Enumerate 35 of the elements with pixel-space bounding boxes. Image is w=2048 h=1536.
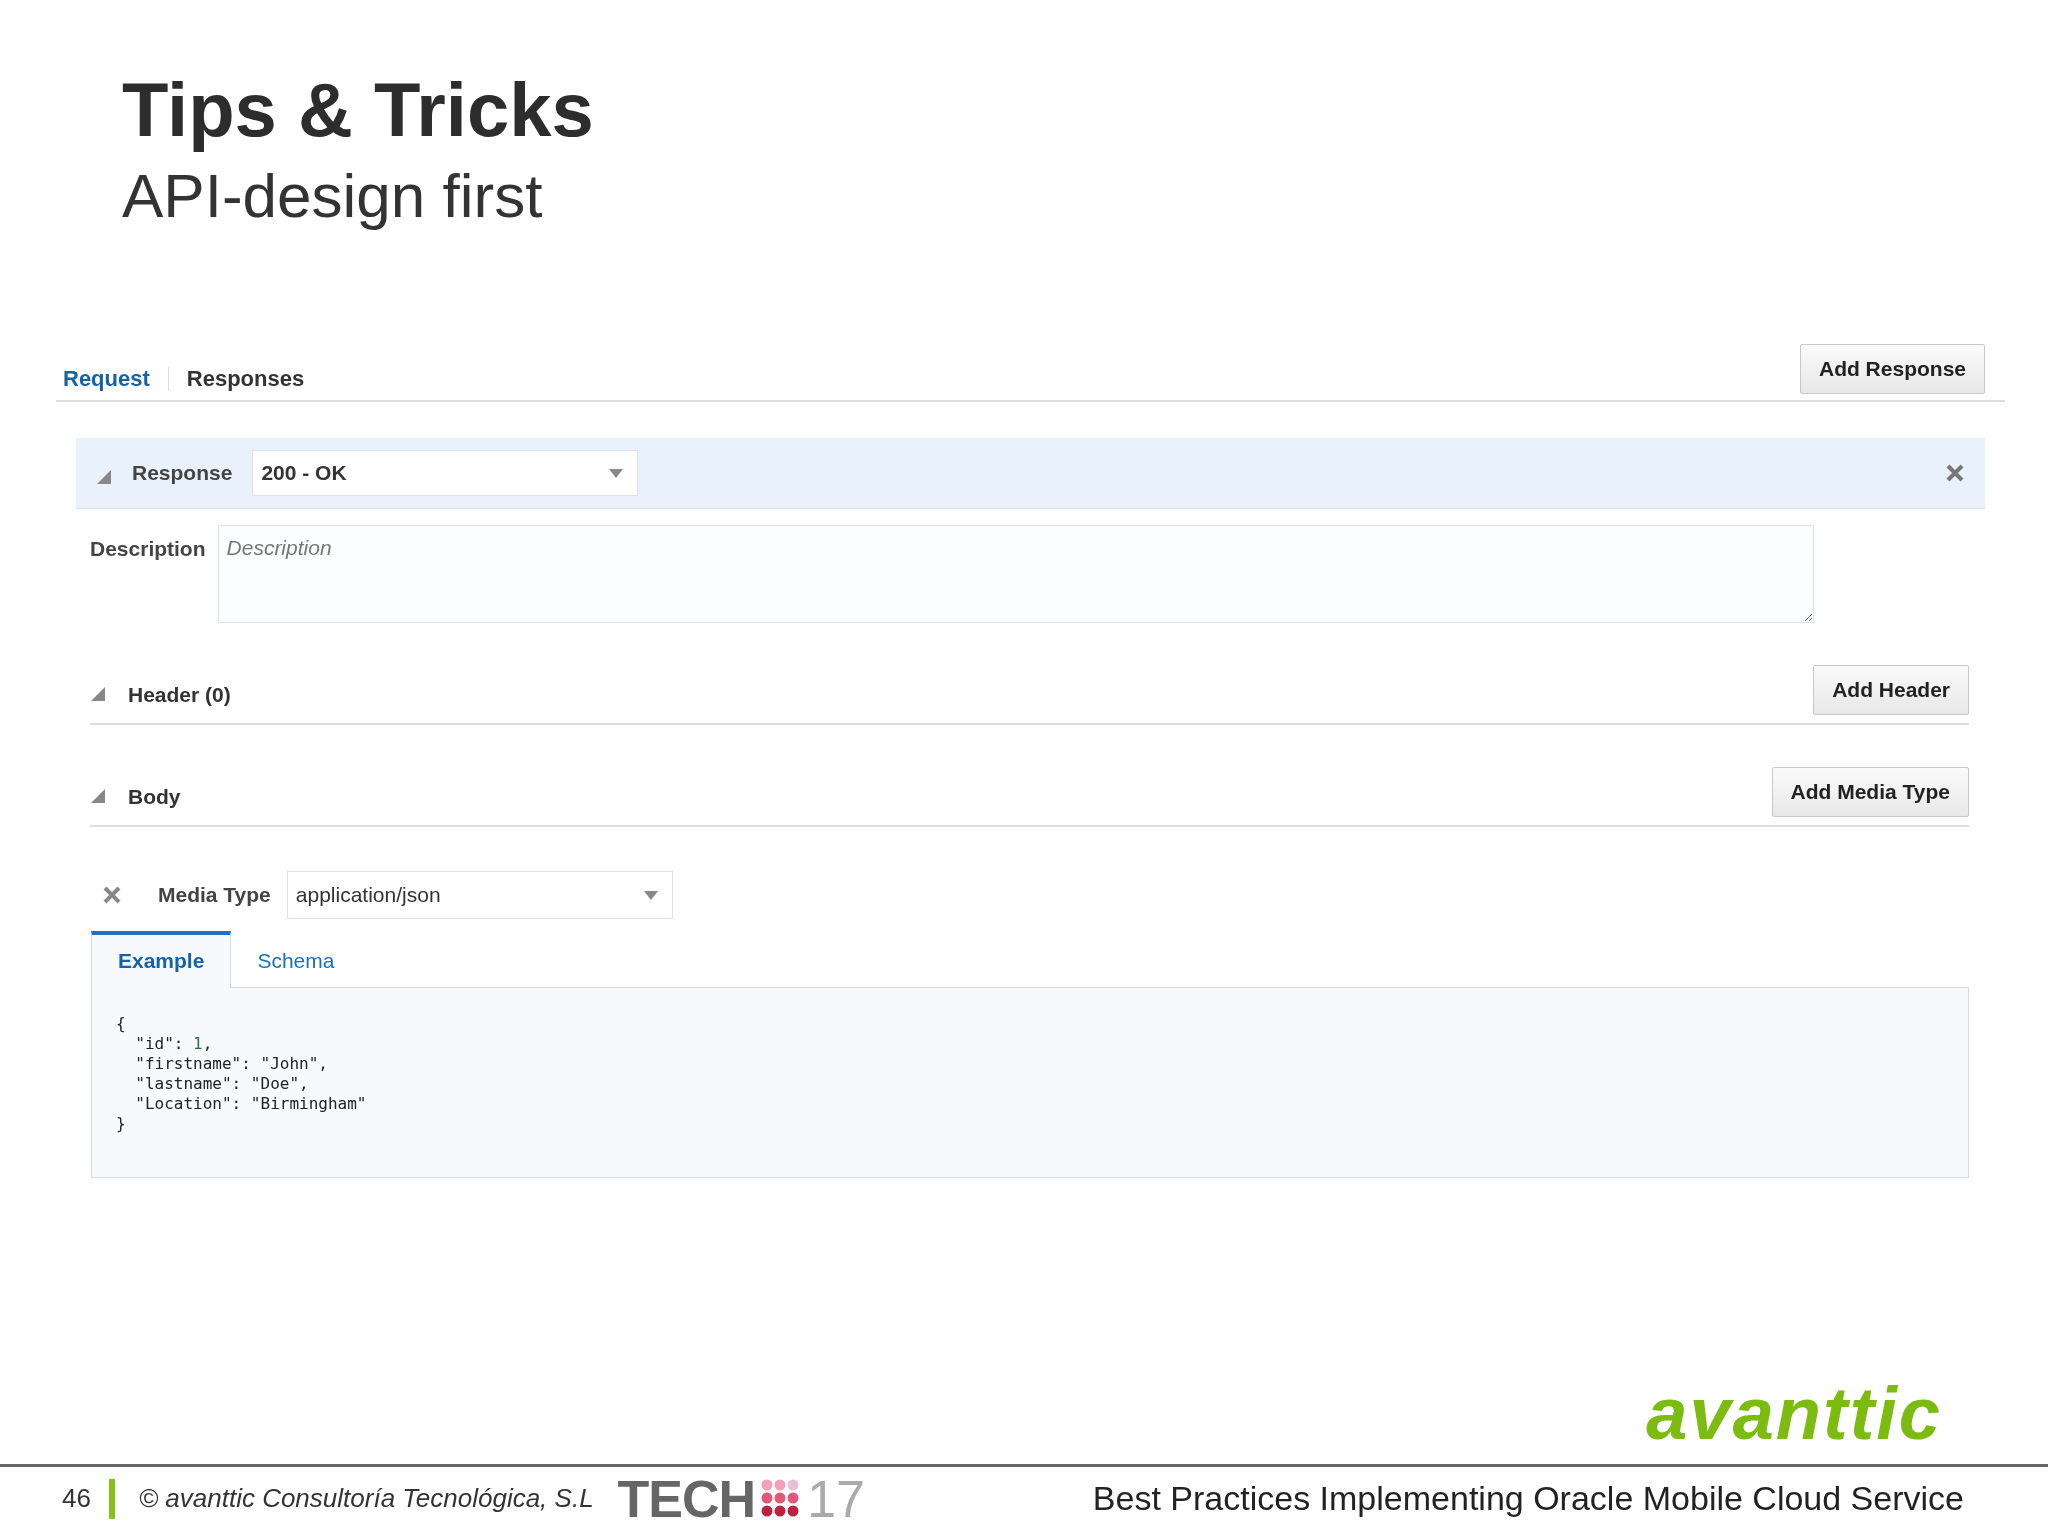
- slide-subtitle: API-design first: [122, 160, 544, 232]
- close-icon[interactable]: [1945, 463, 1965, 483]
- response-label: Response: [132, 461, 233, 485]
- code-line: }: [116, 1114, 127, 1134]
- caret-icon: [609, 468, 624, 478]
- code-line: {: [116, 1014, 127, 1034]
- code-line: "firstname": "John",: [134, 1054, 329, 1074]
- brand-logo: avanttic: [1646, 1372, 1942, 1456]
- caret-icon: [643, 890, 658, 900]
- code-line: "Location": "Birmingham": [134, 1094, 368, 1114]
- page-number: 46: [62, 1483, 91, 1514]
- event-logo: TECH 17: [617, 1468, 865, 1529]
- disclosure-triangle-icon[interactable]: [90, 686, 106, 702]
- tab[interactable]: Example: [91, 931, 232, 988]
- code-line: "lastname": "Doe",: [134, 1074, 310, 1094]
- description-field[interactable]: Description: [217, 525, 1814, 623]
- add-response-button[interactable]: Add Response: [1799, 344, 1985, 394]
- code-line: "id": 1,: [134, 1034, 214, 1054]
- section-title: Body: [128, 784, 181, 809]
- add-button[interactable]: Add Header: [1813, 665, 1969, 715]
- tab[interactable]: Request: [63, 352, 150, 392]
- disclosure-triangle-icon[interactable]: [90, 788, 106, 804]
- media-type-dropdown[interactable]: application/json: [286, 871, 673, 919]
- section-title: Header (0): [128, 682, 231, 707]
- slide-title: Tips & Tricks: [122, 66, 595, 154]
- close-icon[interactable]: [102, 885, 122, 905]
- tab[interactable]: Responses: [186, 352, 305, 392]
- response-dropdown[interactable]: 200 - OK: [252, 450, 639, 496]
- description-label: Description: [90, 536, 206, 561]
- media-type-label: Media Type: [158, 883, 271, 907]
- add-button[interactable]: Add Media Type: [1771, 767, 1969, 817]
- talk-title: Best Practices Implementing Oracle Mobile Cloud Service: [1092, 1479, 1964, 1518]
- disclosure-triangle-icon[interactable]: [96, 469, 112, 485]
- tab[interactable]: Schema: [231, 931, 361, 987]
- copyright-text: © avanttic Consultoría Tecnológica, S.L: [138, 1483, 594, 1514]
